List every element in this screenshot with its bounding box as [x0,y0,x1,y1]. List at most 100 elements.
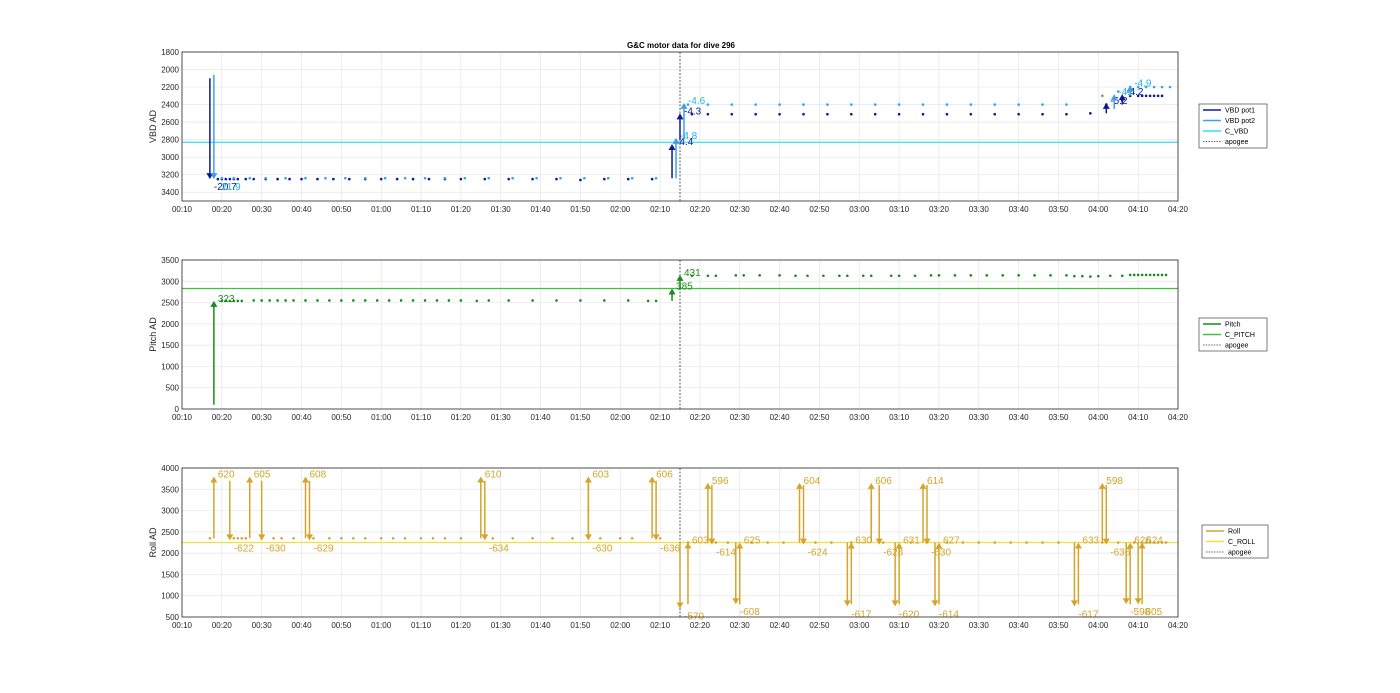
data-point [945,103,949,106]
x-tick-label: 03:50 [1048,413,1069,422]
data-point [531,177,534,181]
data-point [419,536,423,540]
y-tick-label: 2400 [161,101,179,110]
data-point [1160,94,1164,98]
motor-move-label: -4.6 [688,96,706,107]
data-point [993,541,997,544]
data-point [447,299,451,302]
data-point [742,274,746,277]
x-tick-label: 04:10 [1128,205,1149,214]
data-point [1156,94,1160,98]
data-point [328,536,331,540]
y-tick-label: 4000 [161,464,179,473]
data-point [399,299,403,302]
y-tick-label: 2600 [161,118,179,127]
data-point [240,299,244,303]
data-point [826,112,829,116]
data-point [603,177,606,181]
data-point [555,299,558,302]
data-point [897,274,901,278]
data-point [814,541,817,544]
motor-move-label: 603 [592,470,609,481]
x-tick-label: 01:20 [451,413,472,422]
x-tick-label: 02:00 [610,621,631,630]
x-tick-label: 00:30 [252,205,273,214]
x-tick-label: 01:40 [531,413,552,422]
data-point [1128,273,1132,277]
data-point [782,541,785,544]
motor-move-label: 633 [1082,536,1099,547]
data-point [571,536,574,540]
data-point [1041,112,1044,116]
data-point [1168,85,1172,89]
x-tick-label: 00:10 [172,205,193,214]
data-point [395,177,399,181]
data-point [244,177,248,181]
x-tick-label: 04:10 [1128,413,1149,422]
motor-move-label: 630 [855,536,872,547]
data-point [850,103,853,106]
x-tick-label: 04:20 [1168,413,1189,422]
x-tick-label: 02:40 [770,205,791,214]
data-point [961,541,965,544]
data-point [491,536,495,540]
x-tick-label: 01:00 [371,205,392,214]
legend-2: Pitch C_PITCHapogee [1198,317,1268,352]
data-point [511,176,514,180]
motor-move-label: -624 [808,548,828,559]
y-tick-label: 2000 [161,320,179,329]
data-point [953,274,957,277]
x-tick-label: 01:50 [570,413,591,422]
motor-move-label: 627 [943,536,960,547]
data-point [1148,273,1152,277]
data-point [459,299,463,302]
data-point [1152,85,1156,89]
y-tick-label: 3500 [161,256,179,265]
data-point [1144,94,1148,98]
data-point [985,274,989,277]
y-tick-label: 2500 [161,528,179,537]
data-point [423,299,427,302]
data-point [1017,103,1020,106]
data-point [260,299,263,302]
data-point [993,103,997,106]
x-tick-label: 03:10 [889,413,910,422]
x-tick-label: 00:50 [331,205,352,214]
data-point [427,177,431,181]
x-tick-label: 02:10 [650,621,671,630]
y-tick-label: 1500 [161,570,179,579]
data-point [766,541,769,544]
figure-title: G&C motor data for dive 296 [627,41,736,50]
data-point [1144,273,1148,277]
data-point [379,177,383,181]
data-point [1065,112,1068,116]
x-tick-label: 00:30 [252,413,273,422]
data-point [208,536,212,540]
data-point [216,177,220,181]
motor-move-label: 596 [712,476,729,487]
data-point [268,299,271,302]
legend-label: apogee [1225,343,1248,350]
data-point [734,274,738,277]
data-point [443,176,447,180]
data-point [459,536,463,540]
motor-move-label: 614 [927,476,944,487]
data-point [714,274,718,278]
data-point [487,299,491,302]
data-point [794,274,797,278]
data-point [292,536,295,540]
data-point [288,177,291,181]
motor-move-label: 431 [684,268,701,279]
data-point [889,274,893,278]
data-point [758,274,761,277]
y-tick-label: 2200 [161,83,179,92]
data-point [463,176,467,180]
data-point [304,299,307,302]
data-point [483,177,487,181]
data-point [244,536,248,540]
legend-label: C_PITCH [1225,332,1255,339]
motor-move-label: -4.8 [680,131,698,142]
x-tick-label: 02:50 [809,413,830,422]
data-point [618,536,622,540]
data-point [897,103,901,106]
